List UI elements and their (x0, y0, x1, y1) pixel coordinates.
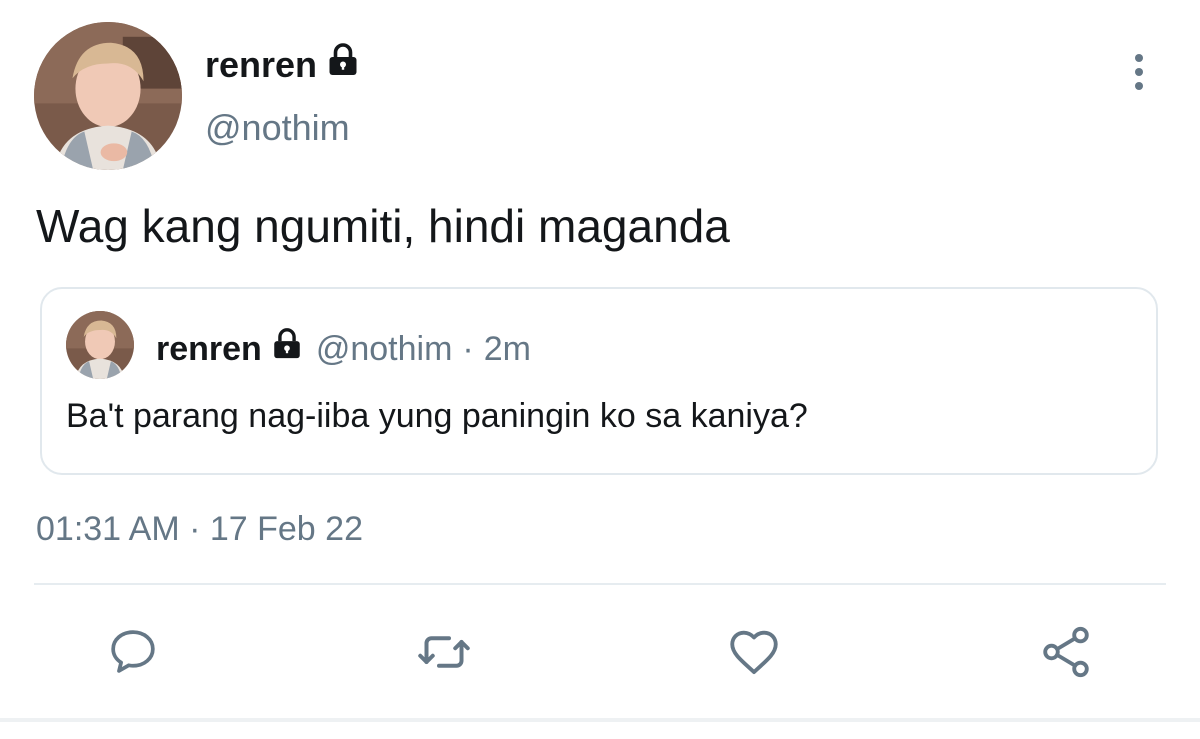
author-display-name[interactable]: renren (205, 42, 361, 88)
menu-dot (1135, 82, 1143, 90)
share-icon (1043, 626, 1089, 678)
quoted-author-name: renren (156, 330, 262, 368)
quoted-tweet-text: Ba't parang nag-iiba yung paningin ko sa… (66, 397, 808, 435)
tweet-card: renren @nothim Wag kang ngumiti, hindi m… (0, 0, 1200, 739)
lock-icon (325, 42, 361, 88)
avatar-photo-icon (66, 311, 134, 379)
quoted-tweet-time: 2m (483, 330, 531, 368)
like-button[interactable] (724, 622, 784, 682)
author-avatar[interactable] (34, 22, 182, 170)
heart-icon (730, 630, 778, 674)
reply-button[interactable] (103, 622, 163, 682)
dot-separator: · (462, 330, 474, 368)
tweet-timestamp[interactable]: 01:31 AM · 17 Feb 22 (36, 508, 363, 550)
quoted-author-handle: @nothim (315, 330, 453, 368)
lock-icon (270, 327, 304, 371)
divider (34, 583, 1166, 585)
menu-dot (1135, 68, 1143, 76)
share-button[interactable] (1036, 622, 1096, 682)
quoted-tweet-header: renren @nothim · 2m (156, 327, 531, 371)
bottom-border (0, 718, 1200, 722)
menu-dot (1135, 54, 1143, 62)
more-vertical-icon[interactable] (1124, 50, 1154, 94)
tweet-text: Wag kang ngumiti, hindi maganda (36, 200, 730, 252)
avatar-photo-icon (34, 22, 182, 170)
retweet-icon (418, 636, 470, 668)
quoted-tweet[interactable]: renren @nothim · 2m Ba't parang nag-iiba… (40, 287, 1158, 475)
author-name-text: renren (205, 44, 318, 85)
author-handle[interactable]: @nothim (205, 106, 350, 150)
comment-icon (111, 630, 155, 673)
quoted-author-avatar (66, 311, 134, 379)
retweet-button[interactable] (414, 622, 474, 682)
